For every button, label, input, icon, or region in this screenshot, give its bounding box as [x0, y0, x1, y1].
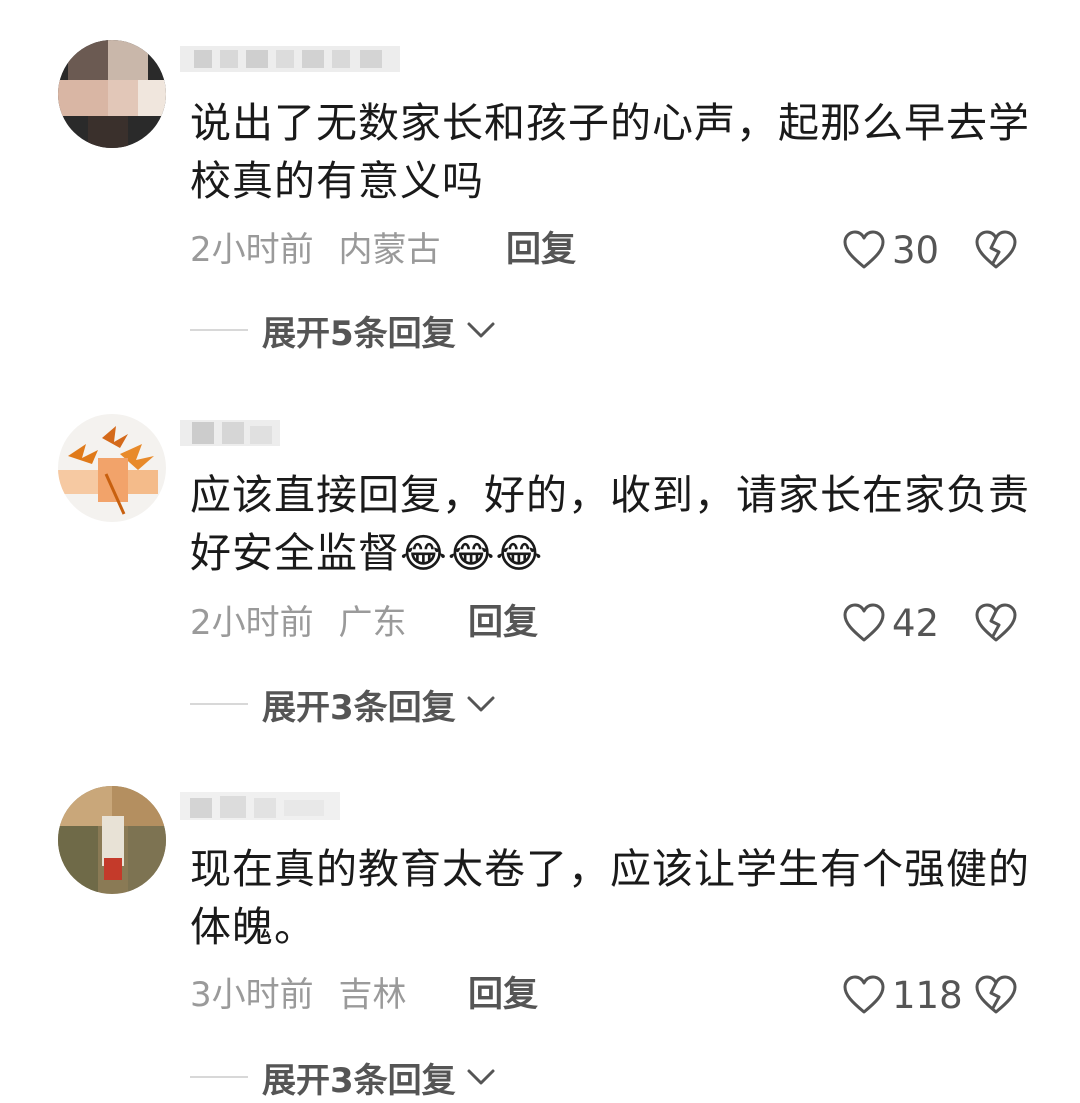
comment-text: 说出了无数家长和孩子的心声，起那么早去学校真的有意义吗 — [190, 94, 1040, 210]
divider-line — [190, 1076, 248, 1078]
blurred-username-image — [180, 420, 280, 446]
broken-heart-icon — [975, 603, 1017, 642]
broken-heart-icon — [975, 230, 1017, 269]
username-blurred[interactable] — [180, 40, 400, 76]
expand-replies[interactable]: 展开5条回复 — [190, 305, 496, 355]
expand-replies-label: 展开3条回复 — [262, 687, 456, 728]
like-count: 42 — [892, 601, 940, 645]
comment-meta: 2小时前 广东 回复 — [190, 598, 538, 648]
comment-location: 广东 — [338, 603, 407, 643]
avatar[interactable] — [58, 786, 166, 894]
dislike-button[interactable] — [974, 602, 1018, 644]
avatar-image — [58, 40, 166, 148]
comment-text: 应该直接回复，好的，收到，请家长在家负责好安全监督😂😂😂 — [190, 466, 1040, 583]
like-button[interactable]: 30 — [842, 225, 939, 275]
comment-text-content: 现在真的教育太卷了，应该让学生有个强健的体魄。 — [190, 845, 1030, 951]
chevron-down-icon — [467, 322, 495, 338]
comment-list: 说出了无数家长和孩子的心声，起那么早去学校真的有意义吗 2小时前 内蒙古 回复 … — [0, 0, 1080, 1103]
chevron-down-icon — [467, 1069, 495, 1085]
chevron-down-icon — [467, 696, 495, 712]
dislike-button[interactable] — [974, 229, 1018, 271]
heart-outline-icon — [843, 603, 885, 642]
avatar-image — [58, 414, 166, 522]
expand-replies[interactable]: 展开3条回复 — [190, 679, 496, 729]
comment-meta: 3小时前 吉林 回复 — [190, 970, 538, 1020]
avatar-image — [58, 786, 166, 894]
comment-time: 2小时前 — [190, 603, 314, 643]
comment-time: 2小时前 — [190, 230, 314, 270]
username-blurred[interactable] — [180, 414, 400, 450]
blurred-username-image — [180, 792, 340, 820]
comment-text-content: 应该直接回复，好的，收到，请家长在家负责好安全监督 — [190, 471, 1030, 577]
heart-outline-icon — [843, 975, 885, 1014]
divider-line — [190, 703, 248, 705]
reply-button[interactable]: 回复 — [506, 225, 576, 275]
expand-replies-label: 展开3条回复 — [262, 1060, 456, 1101]
like-count: 30 — [892, 228, 940, 272]
reply-button[interactable]: 回复 — [468, 598, 538, 648]
like-count: 118 — [892, 973, 963, 1017]
comment-text-content: 说出了无数家长和孩子的心声，起那么早去学校真的有意义吗 — [190, 99, 1030, 205]
heart-outline-icon — [843, 230, 885, 269]
dislike-button[interactable] — [974, 974, 1018, 1016]
reply-button[interactable]: 回复 — [468, 970, 538, 1020]
broken-heart-icon — [975, 975, 1017, 1014]
like-button[interactable]: 118 — [842, 970, 963, 1020]
like-button[interactable]: 42 — [842, 598, 939, 648]
username-blurred[interactable] — [180, 788, 400, 824]
comment-time: 3小时前 — [190, 975, 314, 1015]
comment-location: 内蒙古 — [338, 230, 441, 270]
comment-location: 吉林 — [338, 975, 407, 1015]
avatar[interactable] — [58, 40, 166, 148]
expand-replies[interactable]: 展开3条回复 — [190, 1052, 496, 1102]
laughing-tears-emoji: 😂😂😂 — [400, 531, 544, 577]
expand-replies-label: 展开5条回复 — [262, 313, 456, 354]
comment-meta: 2小时前 内蒙古 回复 — [190, 225, 576, 275]
avatar[interactable] — [58, 414, 166, 522]
blurred-username-image — [180, 46, 400, 72]
comment-text: 现在真的教育太卷了，应该让学生有个强健的体魄。 — [190, 840, 1040, 956]
divider-line — [190, 329, 248, 331]
